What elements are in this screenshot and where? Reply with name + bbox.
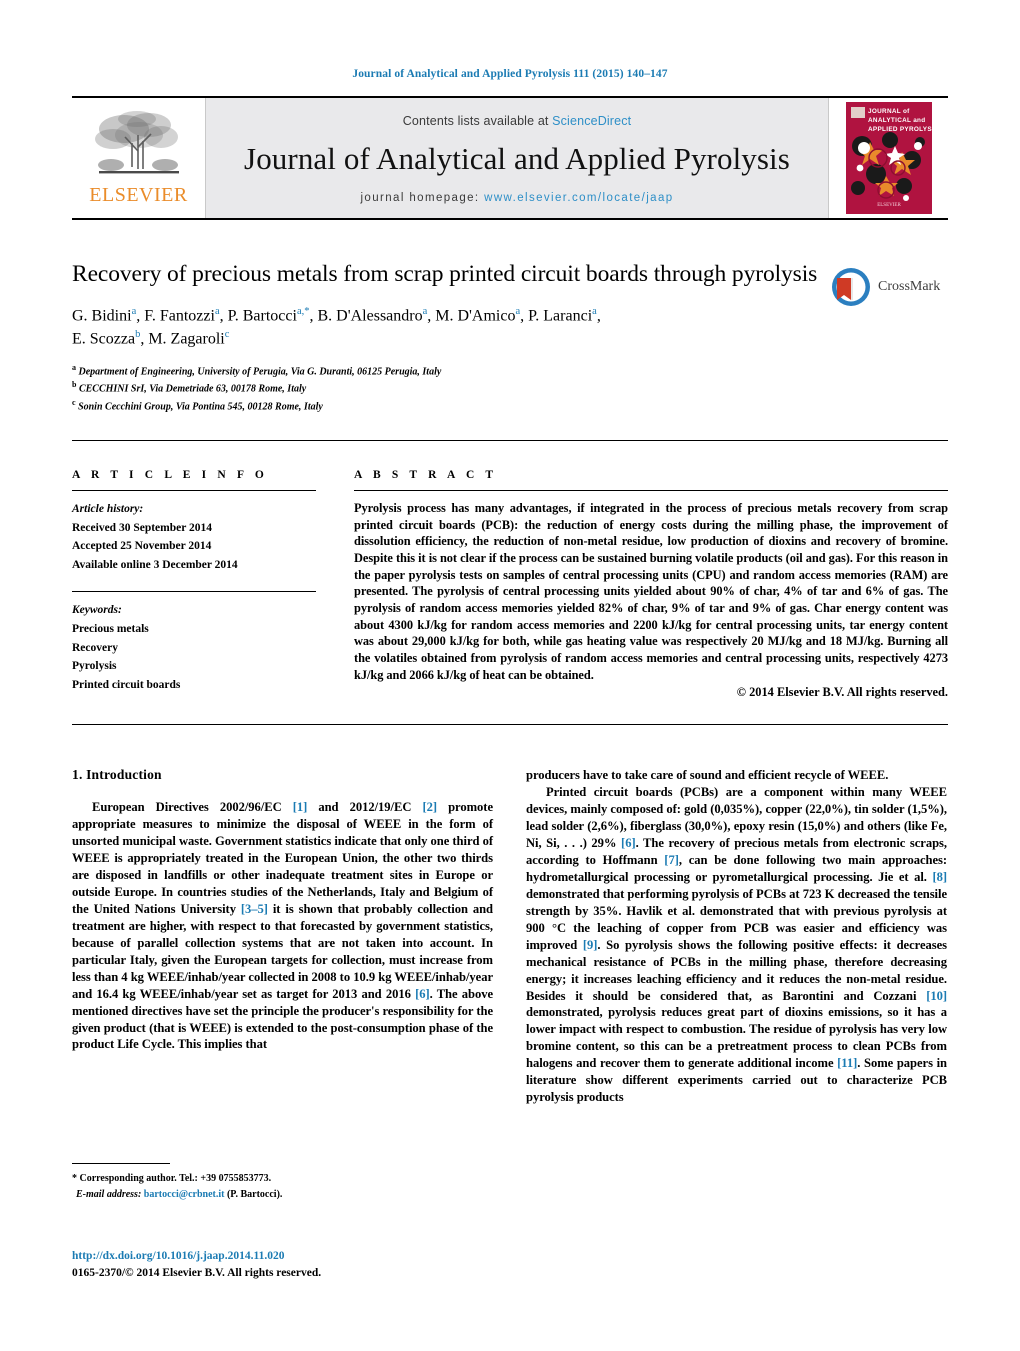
keyword-2: Pyrolysis: [72, 660, 117, 673]
sciencedirect-link[interactable]: ScienceDirect: [552, 114, 631, 128]
journal-title: Journal of Analytical and Applied Pyroly…: [244, 141, 790, 176]
issn-copyright: 0165-2370/© 2014 Elsevier B.V. All right…: [72, 1267, 322, 1280]
author-line-1: G. Bidinia, F. Fantozzia, P. Bartoccia,*…: [72, 305, 601, 325]
affiliation-a: a Department of Engineering, University …: [72, 362, 442, 378]
footnote-email-line: E-mail address: bartocci@crbnet.it (P. B…: [72, 1187, 493, 1203]
history-online: Available online 3 December 2014: [72, 558, 238, 571]
doi-link[interactable]: http://dx.doi.org/10.1016/j.jaap.2014.11…: [72, 1248, 552, 1265]
elsevier-wordmark: ELSEVIER: [89, 184, 188, 206]
keyword-0: Precious metals: [72, 623, 149, 636]
journal-homepage-line: journal homepage: www.elsevier.com/locat…: [360, 192, 673, 204]
abstract-divider: [72, 724, 948, 726]
abstract-heading: A B S T R A C T: [354, 468, 498, 481]
masthead-center: Contents lists available at ScienceDirec…: [206, 98, 828, 218]
intro-paragraph-right-1: producers have to take care of sound and…: [526, 768, 889, 783]
abstract-copyright: © 2014 Elsevier B.V. All rights reserved…: [736, 685, 948, 700]
title-block: Recovery of precious metals from scrap p…: [72, 260, 948, 414]
crossmark-label: CrossMark: [878, 279, 941, 294]
article-page: Journal of Analytical and Applied Pyroly…: [0, 0, 1020, 1351]
running-head: Journal of Analytical and Applied Pyroly…: [352, 68, 668, 80]
intro-paragraph-right-2: Printed circuit boards (PCBs) are a comp…: [526, 785, 947, 1105]
crossmark-badge[interactable]: CrossMark: [830, 264, 948, 310]
email-link[interactable]: bartocci@crbnet.it: [144, 1189, 225, 1200]
contents-prefix: Contents lists available at: [402, 114, 553, 128]
homepage-prefix: journal homepage:: [360, 192, 485, 204]
article-info-heading: A R T I C L E I N F O: [72, 468, 268, 481]
intro-paragraph-left: European Directives 2002/96/EC [1] and 2…: [72, 800, 493, 1052]
svg-text:ELSEVIER: ELSEVIER: [877, 203, 901, 208]
journal-cover-thumbnail: JOURNAL of ANALYTICAL and APPLIED PYROLY…: [845, 102, 932, 214]
history-received: Received 30 September 2014: [72, 521, 212, 534]
body-column-right: producers have to take care of sound and…: [526, 767, 947, 1106]
abstract-rule: [354, 489, 948, 491]
page-title: Recovery of precious metals from scrap p…: [72, 261, 818, 287]
svg-text:ANALYTICAL and: ANALYTICAL and: [868, 117, 925, 124]
body-columns: 1. Introduction European Directives 2002…: [72, 767, 948, 1106]
title-divider: [72, 439, 948, 441]
keywords-label: Keywords:: [72, 604, 122, 617]
journal-cover-block: JOURNAL of ANALYTICAL and APPLIED PYROLY…: [828, 98, 948, 218]
author-list: G. Bidinia, F. Fantozzia, P. Bartoccia,*…: [72, 305, 828, 351]
footnote-corresponding: * Corresponding author. Tel.: +39 075585…: [72, 1173, 272, 1184]
body-column-left: 1. Introduction European Directives 2002…: [72, 767, 493, 1106]
affiliation-list: a Department of Engineering, University …: [72, 362, 828, 414]
corresponding-author-footnote: * Corresponding author. Tel.: +39 075585…: [72, 1163, 493, 1202]
homepage-link[interactable]: www.elsevier.com/locate/jaap: [484, 192, 673, 204]
journal-masthead: ELSEVIER Contents lists available at Sci…: [72, 96, 948, 220]
svg-text:APPLIED PYROLYSIS: APPLIED PYROLYSIS: [868, 126, 932, 133]
email-label: E-mail address:: [76, 1188, 142, 1200]
elsevier-tree-icon: [94, 111, 179, 174]
article-info-rule: [72, 489, 316, 491]
article-history-label: Article history:: [72, 502, 144, 515]
article-info-column: A R T I C L E I N F O Article history: R…: [72, 469, 316, 700]
elsevier-logo-block: ELSEVIER: [72, 98, 206, 218]
history-accepted: Accepted 25 November 2014: [72, 540, 212, 553]
keyword-1: Recovery: [72, 641, 118, 654]
section-heading-introduction: 1. Introduction: [72, 767, 162, 783]
crossmark-icon: [832, 268, 870, 306]
doi-issn-block: http://dx.doi.org/10.1016/j.jaap.2014.11…: [72, 1248, 552, 1283]
info-abstract-row: A R T I C L E I N F O Article history: R…: [72, 469, 948, 700]
affiliation-b: b CECCHINI SrI, Via Demetriade 63, 00178…: [72, 380, 307, 395]
author-line-2: E. Scozzab, M. Zagarolic: [72, 328, 230, 348]
keywords-rule: [72, 591, 316, 593]
footnote-rule: [72, 1163, 170, 1164]
abstract-text: Pyrolysis process has many advantages, i…: [354, 500, 948, 682]
email-suffix: (P. Bartocci).: [224, 1188, 283, 1200]
affiliation-c: c Sonin Cecchini Group, Via Pontina 545,…: [72, 397, 323, 412]
keywords-block: Keywords: Precious metals Recovery Pyrol…: [72, 601, 316, 694]
abstract-column: A B S T R A C T Pyrolysis process has ma…: [354, 469, 948, 700]
keyword-3: Printed circuit boards: [72, 678, 181, 691]
contents-available-line: Contents lists available at ScienceDirec…: [403, 114, 631, 128]
svg-text:JOURNAL of: JOURNAL of: [868, 108, 910, 115]
